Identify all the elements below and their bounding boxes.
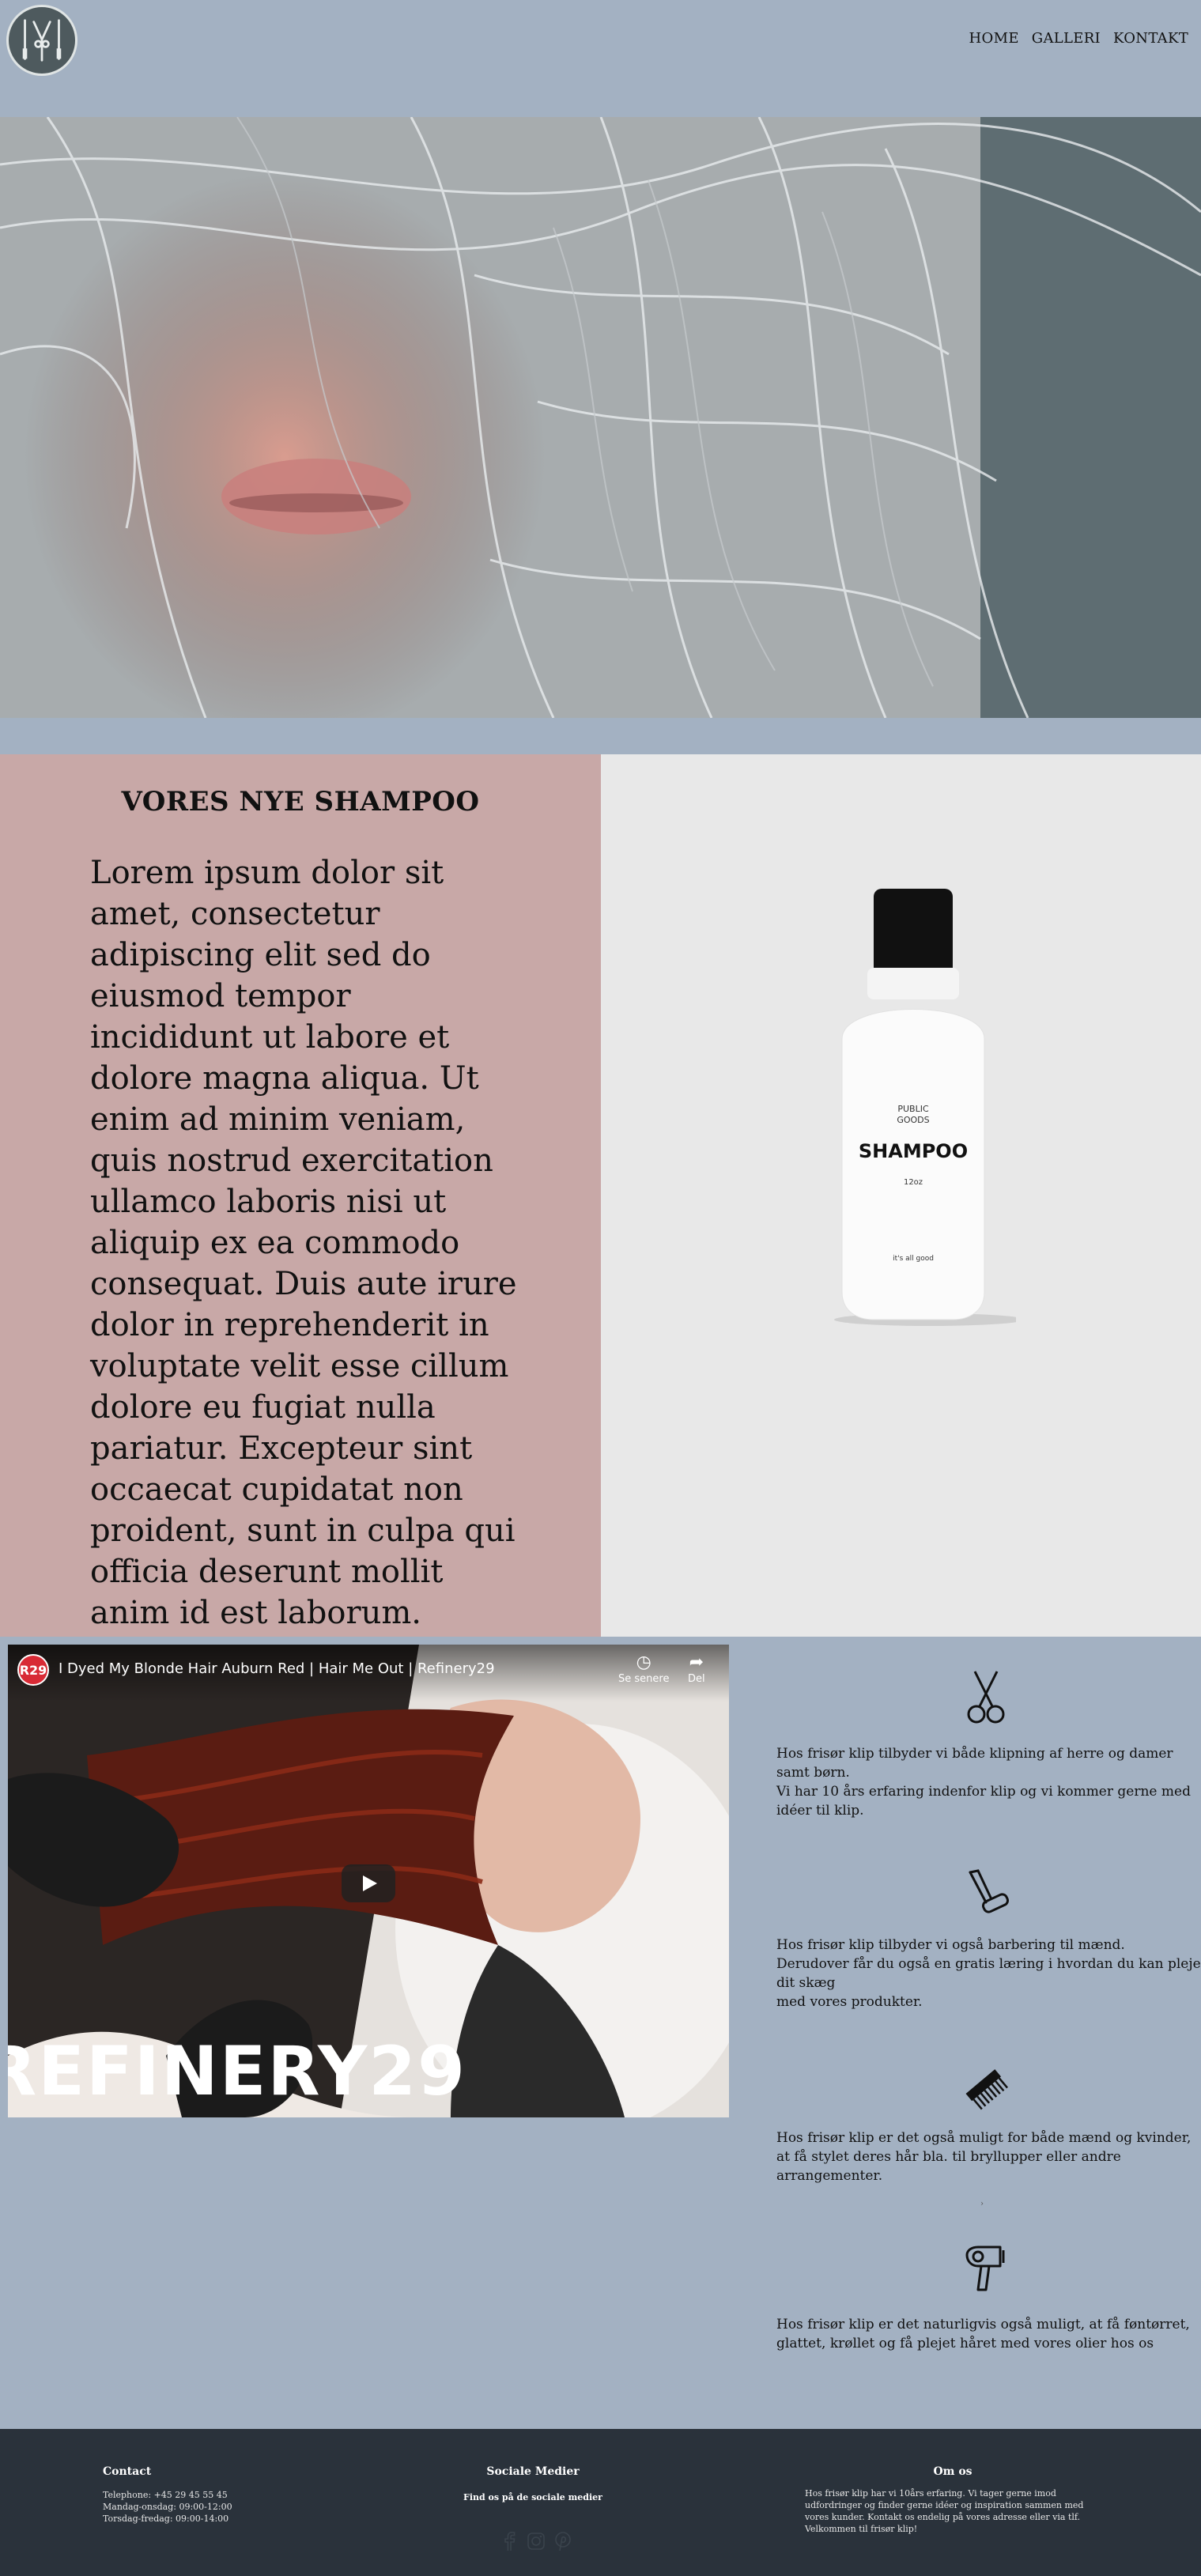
service-shave-line3: med vores produkter.: [776, 1994, 923, 2010]
product-description: Lorem ipsum dolor sit amet, consectetur …: [90, 855, 517, 1631]
video-embed[interactable]: R29 I Dyed My Blonde Hair Auburn Red | H…: [8, 1645, 729, 2117]
footer-about-line2: udfordringer og finder gerne idéer og in…: [805, 2500, 1084, 2510]
video-brand-overlay: REFINERY29: [8, 2032, 466, 2111]
clock-icon: ◷: [636, 1652, 651, 1672]
social-icons: [500, 2530, 572, 2552]
bottle-size: 12oz: [904, 1178, 923, 1187]
bottle-brand-line2: GOODS: [897, 1115, 929, 1125]
product-text-panel: VORES NYE SHAMPOO Lorem ipsum dolor sit …: [0, 754, 601, 1637]
share-arrow-icon: ➦: [689, 1652, 704, 1672]
service-blowdry: Hos frisør klip er det naturligvis også …: [776, 2244, 1201, 2386]
footer-telephone[interactable]: Telephone: +45 29 45 55 45: [103, 2489, 232, 2501]
pinterest-icon[interactable]: [553, 2530, 572, 2552]
service-shave-line2: Derudover får du også en gratis læring i…: [776, 1956, 1201, 1991]
service-shave-line1: Hos frisør klip tilbyder vi også barberi…: [776, 1937, 1125, 1953]
main-nav: HOME GALLERI KONTAKT: [969, 30, 1188, 47]
service-styling: Hos frisør klip er det også muligt for b…: [776, 2060, 1201, 2195]
scissors-icon: [967, 1671, 1005, 1724]
service-blowdry-text: Hos frisør klip er det naturligvis også …: [776, 2315, 1201, 2353]
hero-image: [0, 117, 1201, 718]
service-haircut-line2: Vi har 10 års erfaring indenfor klip og …: [776, 1784, 1191, 1819]
footer-about-line1: Hos frisør klip har vi 10års erfaring. V…: [805, 2488, 1056, 2499]
site-header: HOME GALLERI KONTAKT: [0, 0, 1201, 117]
service-styling-line1: Hos frisør klip er det også muligt for b…: [776, 2130, 1192, 2184]
footer-social-heading: Sociale Medier: [486, 2465, 580, 2478]
play-button[interactable]: [342, 1864, 395, 1902]
hair-dryer-icon: [965, 2246, 1005, 2291]
footer-about-heading: Om os: [933, 2465, 973, 2478]
nav-kontakt[interactable]: KONTAKT: [1113, 30, 1188, 47]
service-haircut-text: Hos frisør klip tilbyder vi både klipnin…: [776, 1744, 1201, 1820]
footer-hours-mon-wed: Mandag-onsdag: 09:00-12:00: [103, 2502, 232, 2512]
shampoo-bottle-image: PUBLIC GOODS SHAMPOO 12oz it's all good: [834, 889, 1016, 1326]
decorative-dot: ›: [980, 2200, 984, 2208]
bottle-brand-line1: PUBLIC: [897, 1104, 929, 1114]
facebook-icon[interactable]: [500, 2530, 519, 2552]
razor-icon: [969, 1869, 1009, 1913]
watch-later-button[interactable]: ◷ Se senere: [618, 1652, 669, 1685]
footer-about-text: Hos frisør klip har vi 10års erfaring. V…: [805, 2487, 1121, 2535]
instagram-icon[interactable]: [527, 2530, 546, 2552]
site-footer: Contact Telephone: +45 29 45 55 45 Manda…: [0, 2429, 1201, 2576]
footer-about-line4: Velkommen til frisør klip!: [805, 2524, 918, 2534]
service-blowdry-line1: Hos frisør klip er det naturligvis også …: [776, 2317, 1190, 2351]
share-label: Del: [688, 1673, 705, 1685]
grey-hair-woman-photo: [0, 117, 1201, 718]
share-button[interactable]: ➦ Del: [688, 1652, 705, 1685]
bottle-product-name: SHAMPOO: [859, 1140, 968, 1162]
product-title: VORES NYE SHAMPOO: [121, 786, 480, 818]
service-haircut: Hos frisør klip tilbyder vi både klipnin…: [776, 1670, 1201, 1828]
bottle-tagline: it's all good: [893, 1255, 934, 1263]
service-shave: Hos frisør klip tilbyder vi også barberi…: [776, 1866, 1201, 2024]
service-shave-text: Hos frisør klip tilbyder vi også barberi…: [776, 1936, 1201, 2011]
video-title[interactable]: I Dyed My Blonde Hair Auburn Red | Hair …: [59, 1660, 495, 1677]
footer-about-line3: vores kunder. Kontakt os endelig på vore…: [805, 2512, 1081, 2522]
salon-tools-logo-icon[interactable]: [6, 5, 77, 76]
channel-avatar[interactable]: R29: [17, 1654, 49, 1686]
footer-social-subtitle: Find os på de sociale medier: [463, 2492, 602, 2502]
footer-contact-heading: Contact: [103, 2465, 152, 2478]
comb-icon: [965, 2069, 1008, 2110]
watch-later-label: Se senere: [618, 1673, 670, 1685]
product-image-panel: PUBLIC GOODS SHAMPOO 12oz it's all good: [601, 754, 1201, 1637]
nav-galleri[interactable]: GALLERI: [1032, 30, 1101, 47]
footer-contact-info: Telephone: +45 29 45 55 45 Mandag-onsdag…: [103, 2489, 232, 2525]
service-haircut-line1: Hos frisør klip tilbyder vi både klipnin…: [776, 1746, 1173, 1781]
footer-hours-thu-fri: Torsdag-fredag: 09:00-14:00: [103, 2514, 229, 2524]
nav-home[interactable]: HOME: [969, 30, 1019, 47]
service-styling-text: Hos frisør klip er det også muligt for b…: [776, 2128, 1201, 2185]
